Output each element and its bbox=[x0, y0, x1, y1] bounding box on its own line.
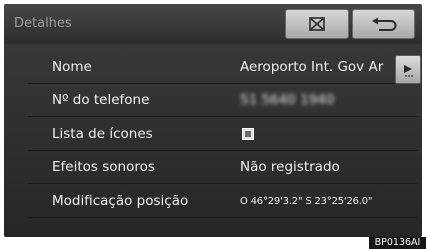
row-label: Nº do telefone bbox=[52, 92, 150, 109]
return-arrow-icon bbox=[371, 17, 396, 31]
row-position-modify[interactable]: Modificação posição O 46°29'3.2" S 23°25… bbox=[28, 186, 418, 218]
row-phone[interactable]: Nº do telefone 51 5640 1940 bbox=[28, 85, 418, 118]
navigation-screen: Detalhes Nome Aeroporto Int. Gov Ar Nº d… bbox=[4, 4, 422, 237]
row-label: Efeitos sonoros bbox=[52, 159, 155, 176]
row-name[interactable]: Nome Aeroporto Int. Gov Ar bbox=[28, 52, 418, 84]
map-button[interactable] bbox=[285, 9, 349, 39]
name-scroll-button[interactable] bbox=[395, 55, 421, 84]
play-arrow-icon bbox=[404, 65, 413, 77]
row-label: Lista de ícones bbox=[52, 125, 153, 142]
phone-value: 51 5640 1940 bbox=[240, 92, 335, 109]
row-icon-list[interactable]: Lista de ícones bbox=[28, 119, 418, 151]
figure-code: BP0136AI bbox=[369, 237, 426, 249]
row-label: Nome bbox=[52, 59, 92, 75]
row-label: Modificação posição bbox=[52, 192, 189, 209]
name-value: Aeroporto Int. Gov Ar bbox=[240, 59, 384, 75]
map-close-icon bbox=[309, 17, 325, 31]
sound-value: Não registrado bbox=[240, 159, 340, 176]
row-sound-effects[interactable]: Efeitos sonoros Não registrado bbox=[28, 152, 418, 185]
coordinates-value: O 46°29'3.2" S 23°25'26.0" bbox=[240, 195, 373, 207]
poi-icon bbox=[242, 127, 254, 140]
header-bar: Detalhes bbox=[4, 4, 422, 44]
page-title: Detalhes bbox=[14, 16, 72, 31]
details-list: Nome Aeroporto Int. Gov Ar Nº do telefon… bbox=[28, 52, 418, 219]
back-button[interactable] bbox=[352, 9, 415, 39]
